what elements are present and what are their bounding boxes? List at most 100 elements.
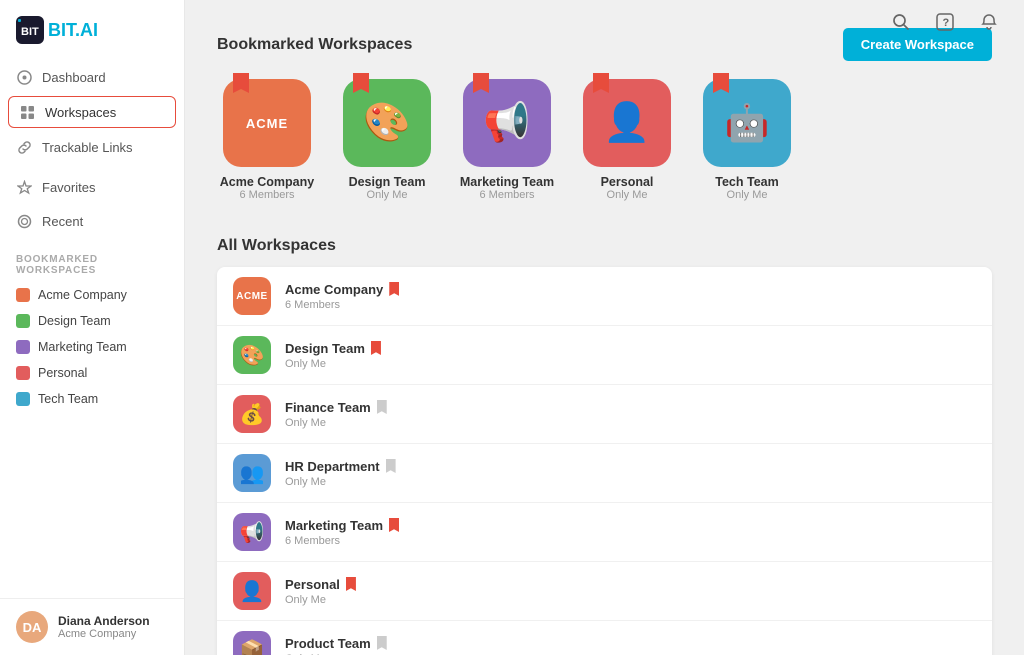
sidebar-item-recent[interactable]: Recent bbox=[0, 204, 184, 238]
bookmark-icon-finance bbox=[377, 400, 387, 414]
list-item-product[interactable]: 📦 Product Team Only Me bbox=[217, 621, 992, 655]
sidebar-item-label: Recent bbox=[42, 214, 83, 229]
sidebar-ws-label: Tech Team bbox=[38, 392, 98, 406]
list-info-marketing: Marketing Team 6 Members bbox=[285, 518, 976, 547]
list-item-design[interactable]: 🎨 Design Team Only Me bbox=[217, 326, 992, 385]
card-tech-icon: 🤖 bbox=[703, 79, 791, 167]
sidebar-ws-tech[interactable]: Tech Team bbox=[0, 386, 184, 412]
sidebar-item-trackable-links[interactable]: Trackable Links bbox=[0, 130, 184, 164]
list-info-hr: HR Department Only Me bbox=[285, 459, 976, 488]
card-acme-name: Acme Company bbox=[220, 175, 314, 189]
user-name: Diana Anderson bbox=[58, 614, 150, 628]
list-icon-finance: 💰 bbox=[233, 395, 271, 433]
sidebar-nav: Dashboard Workspaces Trackable Links Fav… bbox=[0, 56, 184, 242]
sidebar-ws-label: Acme Company bbox=[38, 288, 127, 302]
logo-ai: .AI bbox=[75, 20, 98, 40]
personal-emoji: 👤 bbox=[603, 101, 650, 145]
design-emoji: 🎨 bbox=[363, 101, 410, 145]
sidebar-item-dashboard[interactable]: Dashboard bbox=[0, 60, 184, 94]
bookmark-icon-design bbox=[371, 341, 381, 355]
svg-text:?: ? bbox=[943, 17, 950, 29]
bookmark-badge-design bbox=[353, 73, 369, 93]
dashboard-icon bbox=[16, 69, 32, 85]
bookmark-icon-personal bbox=[346, 577, 356, 591]
trackable-links-icon bbox=[16, 139, 32, 155]
sidebar-ws-label: Marketing Team bbox=[38, 340, 127, 354]
list-item-acme[interactable]: ACME Acme Company 6 Members bbox=[217, 267, 992, 326]
card-design-name: Design Team bbox=[349, 175, 426, 189]
list-sub-hr: Only Me bbox=[285, 476, 976, 488]
sidebar-item-workspaces[interactable]: Workspaces bbox=[8, 96, 176, 128]
ws-dot-acme bbox=[16, 288, 30, 302]
card-personal[interactable]: 👤 Personal Only Me bbox=[577, 79, 677, 201]
list-item-hr[interactable]: 👥 HR Department Only Me bbox=[217, 444, 992, 503]
logo-text: BIT.AI bbox=[48, 20, 98, 41]
bell-icon[interactable] bbox=[974, 7, 1004, 37]
sidebar-item-favorites[interactable]: Favorites bbox=[0, 170, 184, 204]
topbar: ? bbox=[185, 0, 1024, 44]
sidebar-bookmarked-list: Acme Company Design Team Marketing Team … bbox=[0, 282, 184, 412]
list-name-acme: Acme Company bbox=[285, 282, 976, 297]
logo: BIT BIT.AI bbox=[0, 0, 184, 56]
list-info-personal: Personal Only Me bbox=[285, 577, 976, 606]
card-acme-icon: ACME bbox=[223, 79, 311, 167]
card-marketing-icon: 📢 bbox=[463, 79, 551, 167]
ws-dot-marketing bbox=[16, 340, 30, 354]
list-icon-personal: 👤 bbox=[233, 572, 271, 610]
card-design[interactable]: 🎨 Design Team Only Me bbox=[337, 79, 437, 201]
list-name-hr: HR Department bbox=[285, 459, 976, 474]
sidebar-ws-marketing[interactable]: Marketing Team bbox=[0, 334, 184, 360]
sidebar-item-label: Workspaces bbox=[45, 105, 116, 120]
sidebar-ws-design[interactable]: Design Team bbox=[0, 308, 184, 334]
user-profile[interactable]: DA Diana Anderson Acme Company bbox=[0, 598, 184, 655]
list-sub-marketing: 6 Members bbox=[285, 535, 976, 547]
bookmark-icon-hr bbox=[386, 459, 396, 473]
tech-emoji: 🤖 bbox=[725, 102, 770, 144]
card-marketing-sub: 6 Members bbox=[479, 189, 534, 201]
main-content: Bookmarked Workspaces Create Workspace A… bbox=[185, 0, 1024, 655]
bookmark-icon-acme bbox=[389, 282, 399, 296]
bookmark-icon-product bbox=[377, 636, 387, 650]
ws-dot-personal bbox=[16, 366, 30, 380]
card-acme[interactable]: ACME Acme Company 6 Members bbox=[217, 79, 317, 201]
card-tech-name: Tech Team bbox=[715, 175, 778, 189]
list-info-acme: Acme Company 6 Members bbox=[285, 282, 976, 311]
list-item-marketing[interactable]: 📢 Marketing Team 6 Members bbox=[217, 503, 992, 562]
sidebar-item-label: Trackable Links bbox=[42, 140, 133, 155]
list-name-finance: Finance Team bbox=[285, 400, 976, 415]
marketing-emoji: 📢 bbox=[483, 101, 530, 145]
favorites-icon bbox=[16, 179, 32, 195]
list-info-finance: Finance Team Only Me bbox=[285, 400, 976, 429]
list-info-design: Design Team Only Me bbox=[285, 341, 976, 370]
help-icon[interactable]: ? bbox=[930, 7, 960, 37]
svg-text:BIT: BIT bbox=[21, 26, 39, 38]
card-acme-sub: 6 Members bbox=[239, 189, 294, 201]
list-name-marketing: Marketing Team bbox=[285, 518, 976, 533]
user-org: Acme Company bbox=[58, 628, 150, 640]
bookmark-badge-marketing bbox=[473, 73, 489, 93]
card-marketing[interactable]: 📢 Marketing Team 6 Members bbox=[457, 79, 557, 201]
ws-dot-design bbox=[16, 314, 30, 328]
sidebar-ws-acme[interactable]: Acme Company bbox=[0, 282, 184, 308]
bookmark-badge-acme bbox=[233, 73, 249, 93]
sidebar-ws-personal[interactable]: Personal bbox=[0, 360, 184, 386]
card-tech-sub: Only Me bbox=[727, 189, 768, 201]
list-info-product: Product Team Only Me bbox=[285, 636, 976, 655]
bookmark-badge-personal bbox=[593, 73, 609, 93]
list-name-personal: Personal bbox=[285, 577, 976, 592]
list-name-design: Design Team bbox=[285, 341, 976, 356]
all-workspaces-list: ACME Acme Company 6 Members 🎨 Des bbox=[217, 267, 992, 655]
sidebar-ws-label: Design Team bbox=[38, 314, 111, 328]
list-item-personal[interactable]: 👤 Personal Only Me bbox=[217, 562, 992, 621]
bookmarked-section-title: BOOKMARKED WORKSPACES bbox=[0, 242, 184, 282]
list-item-finance[interactable]: 💰 Finance Team Only Me bbox=[217, 385, 992, 444]
list-sub-design: Only Me bbox=[285, 358, 976, 370]
card-marketing-name: Marketing Team bbox=[460, 175, 554, 189]
sidebar-item-label: Favorites bbox=[42, 180, 95, 195]
list-sub-finance: Only Me bbox=[285, 417, 976, 429]
card-tech[interactable]: 🤖 Tech Team Only Me bbox=[697, 79, 797, 201]
search-icon[interactable] bbox=[886, 7, 916, 37]
bookmarked-cards: ACME Acme Company 6 Members 🎨 Design Tea… bbox=[217, 79, 992, 201]
all-workspaces-title: All Workspaces bbox=[217, 237, 992, 255]
avatar: DA bbox=[16, 611, 48, 643]
